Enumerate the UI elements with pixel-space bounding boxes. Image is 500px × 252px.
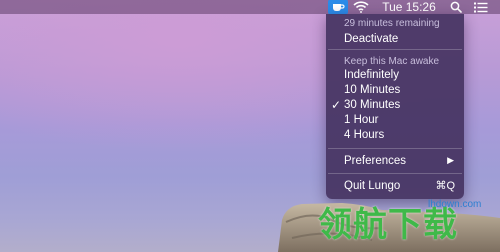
duration-4-hours[interactable]: 4 Hours bbox=[326, 127, 464, 143]
duration-30-minutes[interactable]: ✓ 30 Minutes bbox=[326, 97, 464, 113]
time-remaining-status: 29 minutes remaining bbox=[344, 17, 440, 29]
duration-10-minutes[interactable]: 10 Minutes bbox=[326, 82, 464, 98]
menu-bar: Tue 15:26 bbox=[0, 0, 500, 15]
lungo-cup-icon[interactable] bbox=[328, 0, 348, 15]
duration-indefinitely[interactable]: Indefinitely bbox=[326, 67, 464, 83]
menu-separator bbox=[328, 173, 462, 174]
deactivate-item[interactable]: Deactivate bbox=[326, 30, 464, 47]
submenu-arrow-icon: ▶ bbox=[447, 155, 454, 165]
watermark-site: lhdown.com bbox=[428, 199, 482, 210]
list-icon[interactable] bbox=[470, 0, 492, 14]
menu-separator bbox=[328, 148, 462, 149]
preferences-item[interactable]: Preferences ▶ bbox=[326, 152, 464, 169]
wifi-icon[interactable] bbox=[350, 0, 372, 14]
menubar-clock[interactable]: Tue 15:26 bbox=[380, 0, 438, 14]
lungo-dropdown-menu: 29 minutes remaining Deactivate Keep thi… bbox=[326, 14, 464, 199]
duration-1-hour[interactable]: 1 Hour bbox=[326, 112, 464, 128]
keep-awake-header: Keep this Mac awake bbox=[344, 55, 440, 67]
checkmark-icon: ✓ bbox=[331, 98, 342, 112]
menu-separator bbox=[328, 49, 462, 50]
search-icon[interactable] bbox=[448, 0, 464, 14]
